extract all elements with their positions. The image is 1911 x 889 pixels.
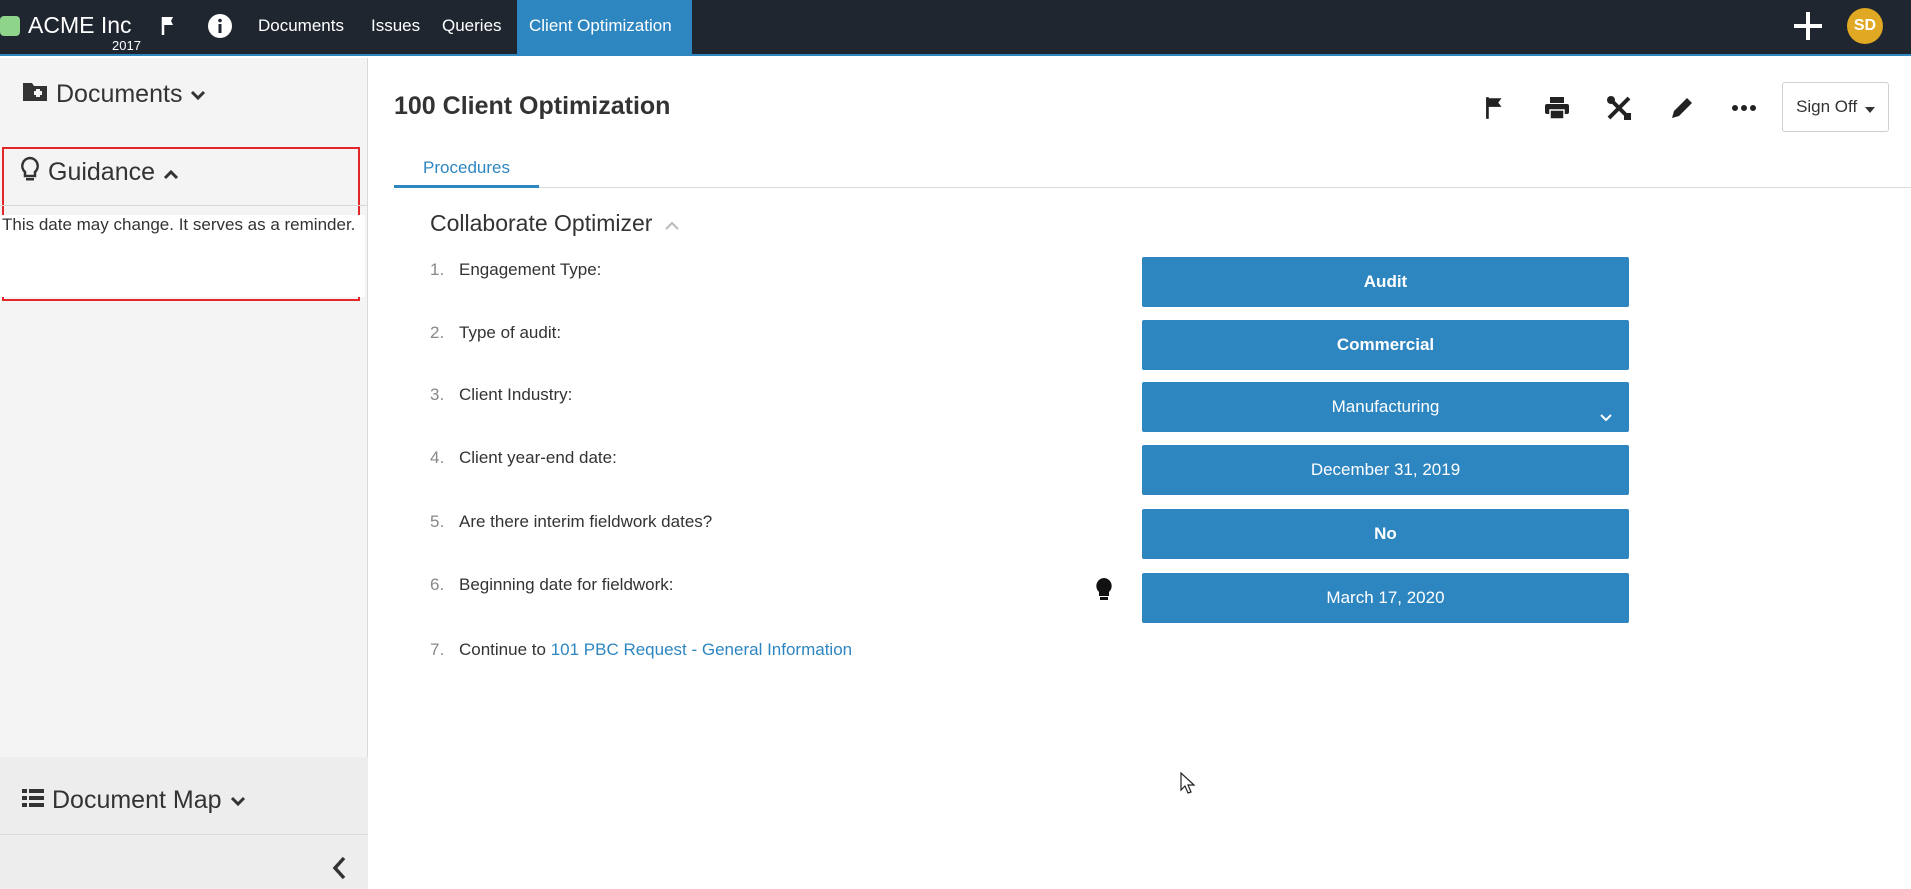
guidance-text: This date may change. It serves as a rem…: [0, 215, 365, 297]
question-number: 4.: [430, 448, 445, 467]
tab-procedures[interactable]: Procedures: [394, 158, 539, 188]
type-of-audit-button[interactable]: Commercial: [1142, 320, 1629, 370]
section-header[interactable]: Collaborate Optimizer: [430, 210, 680, 237]
question-text: Continue to 101 PBC Request - General In…: [459, 640, 852, 660]
nav-documents[interactable]: Documents: [246, 0, 356, 56]
question-number: 1.: [430, 260, 445, 279]
sign-off-button[interactable]: Sign Off: [1782, 82, 1889, 132]
question-number: 3.: [430, 385, 445, 404]
chevron-down-icon: [190, 80, 206, 109]
document-map-header[interactable]: Document Map: [22, 786, 390, 815]
nav-issues[interactable]: Issues: [359, 0, 432, 56]
info-icon[interactable]: [206, 12, 234, 40]
engagement-type-button[interactable]: Audit: [1142, 257, 1629, 307]
question-number: 7.: [430, 640, 445, 659]
pbc-request-link[interactable]: 101 PBC Request - General Information: [551, 640, 852, 659]
more-icon[interactable]: [1728, 92, 1760, 124]
question-number: 6.: [430, 575, 445, 594]
documents-label: Documents: [56, 80, 183, 108]
sign-off-label: Sign Off: [1796, 97, 1858, 116]
client-year-end-date-input[interactable]: December 31, 2019: [1142, 445, 1629, 495]
client-industry-value: Manufacturing: [1331, 397, 1440, 416]
question-number: 5.: [430, 512, 445, 531]
lightbulb-icon[interactable]: [1093, 576, 1115, 602]
flag-icon[interactable]: [1479, 92, 1511, 124]
brand-status-square: [0, 16, 20, 36]
question-text: Are there interim fieldwork dates?: [459, 512, 713, 531]
top-nav: ACME Inc 2017 Documents Issues Queries C…: [0, 0, 1911, 56]
divider: [0, 834, 368, 835]
mouse-cursor-icon: [1180, 771, 1196, 794]
sidebar: Documents Guidance This date may change.…: [0, 58, 368, 889]
divider: [0, 205, 368, 206]
chevron-up-icon: [163, 158, 179, 187]
guidance-text-content: This date may change. It serves as a rem…: [2, 215, 356, 234]
pencil-icon[interactable]: [1666, 92, 1698, 124]
nav-queries[interactable]: Queries: [430, 0, 514, 56]
lightbulb-icon: [20, 156, 40, 189]
client-industry-select[interactable]: Manufacturing: [1142, 382, 1629, 432]
tools-icon[interactable]: [1603, 92, 1635, 124]
guidance-header[interactable]: Guidance: [20, 156, 388, 189]
page-title: 100 Client Optimization: [394, 92, 671, 120]
question-number: 2.: [430, 323, 445, 342]
list-icon: [22, 786, 44, 815]
chevron-up-icon: [664, 210, 680, 237]
print-icon[interactable]: [1541, 92, 1573, 124]
question-text: Engagement Type:: [459, 260, 602, 279]
avatar[interactable]: SD: [1847, 8, 1883, 44]
question-text: Type of audit:: [459, 323, 562, 342]
chevron-down-icon: [1597, 397, 1615, 422]
section-title: Collaborate Optimizer: [430, 210, 653, 236]
nav-client-optimization[interactable]: Client Optimization: [517, 0, 692, 56]
question-text: Client year-end date:: [459, 448, 617, 467]
question-text: Client Industry:: [459, 385, 573, 404]
interim-fieldwork-button[interactable]: No: [1142, 509, 1629, 559]
plus-icon[interactable]: [1790, 8, 1826, 44]
documents-header[interactable]: Documents: [22, 80, 390, 109]
brand-year: 2017: [112, 38, 141, 53]
tabs-divider: [394, 187, 1911, 188]
document-map-label: Document Map: [52, 786, 222, 814]
question-text: Beginning date for fieldwork:: [459, 575, 674, 594]
brand-name: ACME Inc: [28, 12, 132, 38]
continue-text: Continue to: [459, 640, 551, 659]
document-map-area: [0, 757, 368, 889]
fieldwork-begin-date-input[interactable]: March 17, 2020: [1142, 573, 1629, 623]
chevron-down-icon: [230, 786, 246, 815]
folder-icon: [22, 80, 48, 109]
flag-icon[interactable]: [156, 12, 184, 40]
guidance-label: Guidance: [48, 158, 156, 186]
caret-down-icon: [1864, 84, 1875, 132]
collapse-sidebar-icon[interactable]: [328, 854, 352, 882]
